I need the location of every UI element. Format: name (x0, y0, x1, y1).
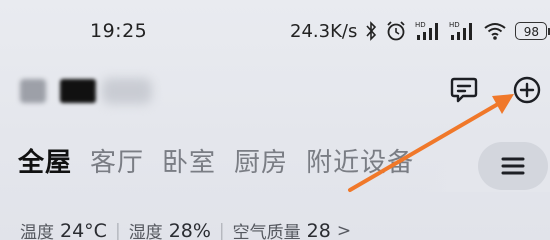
tab-nearby-devices[interactable]: 附近设备 (306, 142, 414, 179)
battery-icon: 98 (515, 22, 550, 40)
air-quality-value: 28 (306, 219, 331, 240)
add-icon (512, 75, 542, 105)
environment-summary[interactable]: 温度 24°C | 湿度 28% | 空气质量 28 > (20, 218, 351, 240)
tab-whole-house[interactable]: 全屋 (18, 142, 72, 179)
message-button[interactable] (446, 72, 482, 108)
add-device-button[interactable] (509, 72, 545, 108)
hamburger-menu-icon (501, 156, 525, 176)
humidity-label: 湿度 (128, 223, 163, 240)
svg-text:HD: HD (449, 21, 460, 29)
divider: | (114, 220, 121, 240)
bluetooth-icon (365, 21, 377, 41)
divider: | (218, 220, 225, 240)
redacted-block (20, 79, 46, 103)
status-icons: 24.3K/s HD HD 98 (290, 16, 550, 46)
message-icon (449, 75, 479, 105)
hd-signal-icon: HD (449, 20, 475, 42)
tab-living-room[interactable]: 客厅 (90, 142, 144, 179)
chevron-right-icon: > (336, 220, 352, 240)
network-speed: 24.3K/s (290, 20, 358, 42)
tab-bedroom[interactable]: 卧室 (162, 142, 216, 179)
redacted-block (60, 79, 96, 103)
temperature-value: 24°C (60, 219, 107, 240)
air-quality-label: 空气质量 (232, 223, 301, 240)
humidity-value: 28% (168, 219, 211, 240)
hd-signal-icon: HD (415, 20, 441, 42)
home-name-obscured[interactable] (20, 78, 152, 104)
room-tabs: 全屋 客厅 卧室 厨房 附近设备 (18, 142, 414, 179)
redacted-block (102, 78, 152, 104)
alarm-icon (385, 20, 407, 42)
room-menu-button[interactable] (478, 142, 548, 190)
wifi-icon (483, 21, 507, 41)
app-screen: 19:25 24.3K/s HD HD 98 全屋 客厅 卧室 厨房 附近设备 … (0, 0, 550, 240)
temperature-label: 温度 (20, 223, 54, 240)
tab-kitchen[interactable]: 厨房 (234, 142, 288, 179)
status-time: 19:25 (90, 20, 148, 42)
svg-text:HD: HD (415, 21, 426, 29)
